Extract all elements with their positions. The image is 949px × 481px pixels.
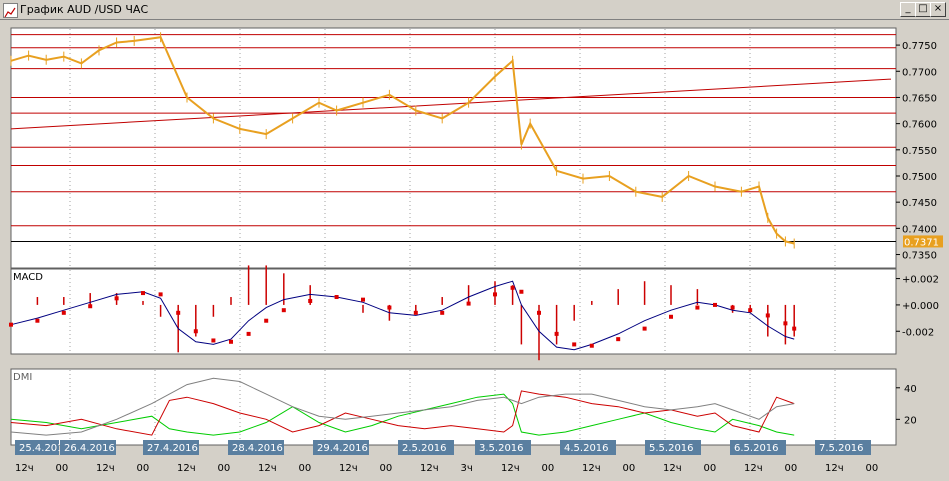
hour-label: 00	[785, 463, 798, 474]
macd-signal-point	[334, 295, 339, 300]
macd-signal-point	[510, 285, 515, 290]
hour-label: 00	[56, 463, 69, 474]
macd-signal-point	[387, 305, 392, 310]
macd-signal-point	[61, 310, 66, 315]
macd-signal-point	[572, 342, 577, 347]
date-label: 6.5.2016	[734, 443, 779, 454]
hour-label: 12ч	[744, 463, 763, 474]
hour-label: 00	[542, 463, 555, 474]
macd-panel-label: MACD	[13, 272, 43, 283]
date-label: 28.4.2016	[232, 443, 283, 454]
price-tick-label: 0.7450	[902, 198, 937, 209]
macd-signal-point	[554, 331, 559, 336]
macd-signal-point	[642, 326, 647, 331]
price-tick-label: 0.7700	[902, 67, 937, 78]
dmi-tick-label: 40	[904, 384, 917, 395]
macd-signal-point	[519, 289, 524, 294]
hour-label: 12ч	[663, 463, 682, 474]
macd-signal-point	[730, 305, 735, 310]
macd-signal-point	[88, 304, 93, 309]
date-label: 5.5.2016	[649, 443, 694, 454]
hour-label: 00	[866, 463, 879, 474]
price-tick-label: 0.7500	[902, 172, 937, 183]
hour-label: 00	[218, 463, 231, 474]
dmi-panel-label: DMI	[13, 372, 32, 383]
hour-label: 00	[299, 463, 312, 474]
macd-tick-label: +0.002	[902, 275, 939, 286]
price-tick-label: 0.7400	[902, 224, 937, 235]
macd-signal-point	[361, 297, 365, 302]
macd-signal-point	[114, 296, 119, 301]
macd-signal-point	[616, 337, 621, 342]
chart-glyph-icon	[4, 7, 16, 18]
price-tick-label: 0.7600	[902, 120, 937, 131]
date-label: 4.5.2016	[564, 443, 609, 454]
macd-signal-point	[281, 308, 286, 313]
window-titlebar: График AUD /USD ЧАС _ □ ×	[0, 0, 949, 20]
macd-signal-point	[158, 292, 163, 297]
date-label: 3.5.2016	[479, 443, 524, 454]
price-panel[interactable]	[10, 27, 897, 269]
hour-label: 12ч	[339, 463, 358, 474]
hour-label: 12ч	[825, 463, 844, 474]
date-label: 29.4.2016	[317, 443, 368, 454]
hour-label: 12ч	[582, 463, 601, 474]
hour-label: 00	[380, 463, 393, 474]
macd-signal-point	[466, 301, 471, 306]
date-label: 7.5.2016	[819, 443, 864, 454]
current-price-label: 0.7371	[904, 237, 939, 248]
macd-panel[interactable]	[10, 268, 897, 355]
window-title: График AUD /USD ЧАС	[20, 3, 149, 16]
price-tick-label: 0.7550	[902, 146, 937, 157]
macd-signal-point	[765, 313, 770, 318]
macd-signal-point	[713, 302, 717, 307]
macd-signal-point	[9, 322, 13, 327]
hour-label: 12ч	[258, 463, 277, 474]
macd-tick-label: +0.000	[902, 301, 939, 312]
macd-signal-point	[229, 339, 233, 344]
hour-label: 12ч	[15, 463, 34, 474]
date-label: 27.4.2016	[147, 443, 198, 454]
hour-label: 12ч	[96, 463, 115, 474]
macd-tick-label: -0.002	[902, 327, 934, 338]
macd-signal-point	[695, 305, 700, 310]
hour-label: 12ч	[420, 463, 439, 474]
chart-area[interactable]: 0.7750 0.7700 0.7650 0.7600 0.7550 0.7500 0.74…	[0, 19, 949, 477]
macd-signal-point	[440, 310, 445, 315]
macd-signal-point	[792, 326, 797, 331]
chart-app-icon	[3, 3, 18, 18]
price-tick-label: 0.7650	[902, 93, 937, 104]
minimize-button[interactable]: _	[900, 2, 916, 17]
macd-signal-point	[748, 308, 753, 313]
macd-signal-point	[35, 318, 40, 323]
chart-svg[interactable]: 0.7750 0.7700 0.7650 0.7600 0.7550 0.7500 0.74…	[0, 19, 949, 477]
macd-signal-point	[669, 314, 673, 319]
macd-signal-point	[141, 291, 145, 296]
hour-label: 12ч	[177, 463, 196, 474]
close-button[interactable]: ×	[930, 2, 946, 17]
hour-label: 00	[623, 463, 636, 474]
date-label: 26.4.2016	[64, 443, 115, 454]
macd-signal-point	[537, 310, 541, 315]
macd-signal-point	[308, 298, 313, 303]
macd-signal-point	[589, 343, 594, 348]
hour-label: 12ч	[501, 463, 520, 474]
dmi-tick-label: 20	[904, 415, 917, 426]
hour-label: 00	[704, 463, 717, 474]
macd-signal-point	[264, 318, 269, 323]
date-label: 2.5.2016	[402, 443, 447, 454]
macd-signal-point	[413, 310, 418, 315]
price-tick-label: 0.7350	[902, 251, 937, 262]
hour-label: 00	[137, 463, 150, 474]
macd-signal-point	[176, 310, 181, 315]
hour-label: 3ч	[461, 463, 473, 474]
macd-signal-point	[783, 321, 788, 326]
macd-signal-point	[246, 331, 251, 336]
maximize-button[interactable]: □	[915, 2, 931, 17]
macd-signal-point	[193, 329, 198, 334]
price-tick-label: 0.7750	[902, 41, 937, 52]
macd-signal-point	[211, 338, 216, 343]
macd-signal-point	[493, 292, 497, 297]
